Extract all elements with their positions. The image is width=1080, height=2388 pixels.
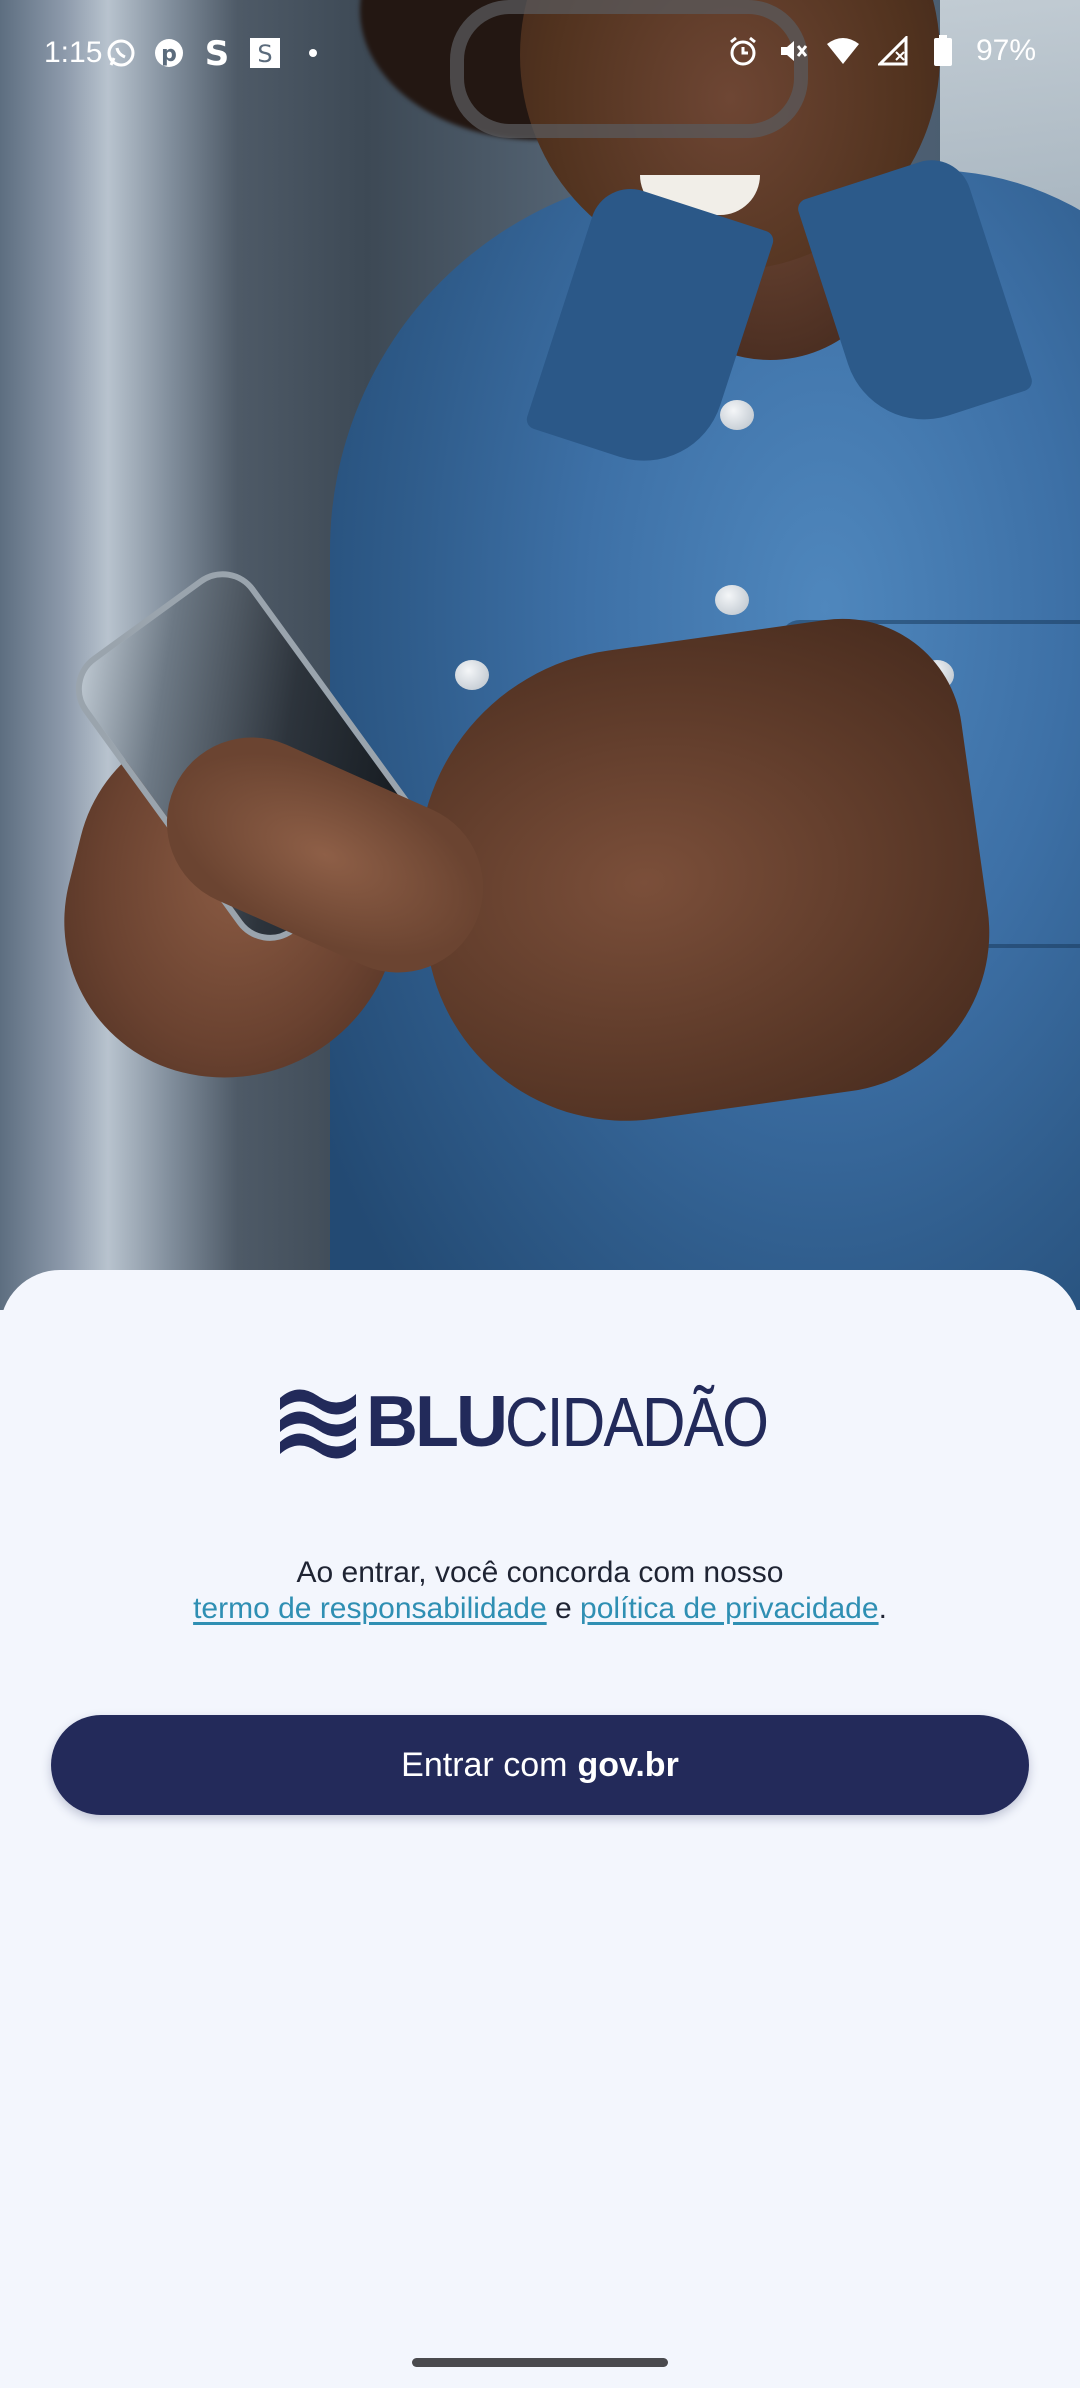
pinterest-icon: p — [152, 36, 186, 70]
login-sheet: BLU CIDADÃO Ao entrar, você concorda com… — [0, 1270, 1080, 2388]
privacy-policy-link[interactable]: política de privacidade — [580, 1592, 879, 1625]
login-button-brand: gov.br — [577, 1745, 679, 1784]
signal-icon — [876, 34, 910, 68]
s-app-boxed-icon: S — [248, 36, 282, 70]
home-indicator[interactable] — [412, 2358, 668, 2367]
hero-photo — [0, 0, 1080, 1310]
logo-text-light: CIDADÃO — [504, 1383, 769, 1461]
battery-percentage: 97% — [975, 34, 1036, 67]
s-app-icon: S — [200, 36, 234, 70]
status-time: 1:15 — [44, 36, 103, 69]
svg-text:p: p — [161, 42, 177, 67]
svg-text:S: S — [257, 40, 272, 68]
vibrate-off-icon — [776, 34, 810, 68]
system-icons: 97% — [726, 34, 1036, 68]
terms-period: . — [878, 1592, 887, 1625]
battery-icon — [926, 34, 960, 68]
login-button-prefix: Entrar com — [401, 1745, 568, 1784]
login-govbr-button[interactable]: Entrar com gov.br — [51, 1715, 1029, 1815]
blucidadao-logo: BLU CIDADÃO — [278, 1380, 804, 1464]
notification-icons: p S S — [104, 36, 330, 70]
alarm-icon — [726, 34, 760, 68]
status-bar: 1:15 p S S 97% — [0, 0, 1080, 110]
waves-logo-icon — [280, 1389, 356, 1459]
terms-notice: Ao entrar, você concorda com nosso termo… — [0, 1555, 1080, 1627]
dot-icon — [296, 36, 330, 70]
logo-text-bold: BLU — [366, 1382, 508, 1462]
terms-connector: e — [555, 1592, 572, 1625]
terms-line-2: termo de responsabilidade e política de … — [0, 1591, 1080, 1627]
whatsapp-icon — [104, 36, 138, 70]
terms-line-1: Ao entrar, você concorda com nosso — [296, 1556, 784, 1589]
terms-of-responsibility-link[interactable]: termo de responsabilidade — [193, 1592, 547, 1625]
wifi-icon — [826, 34, 860, 68]
svg-text:S: S — [205, 36, 230, 70]
